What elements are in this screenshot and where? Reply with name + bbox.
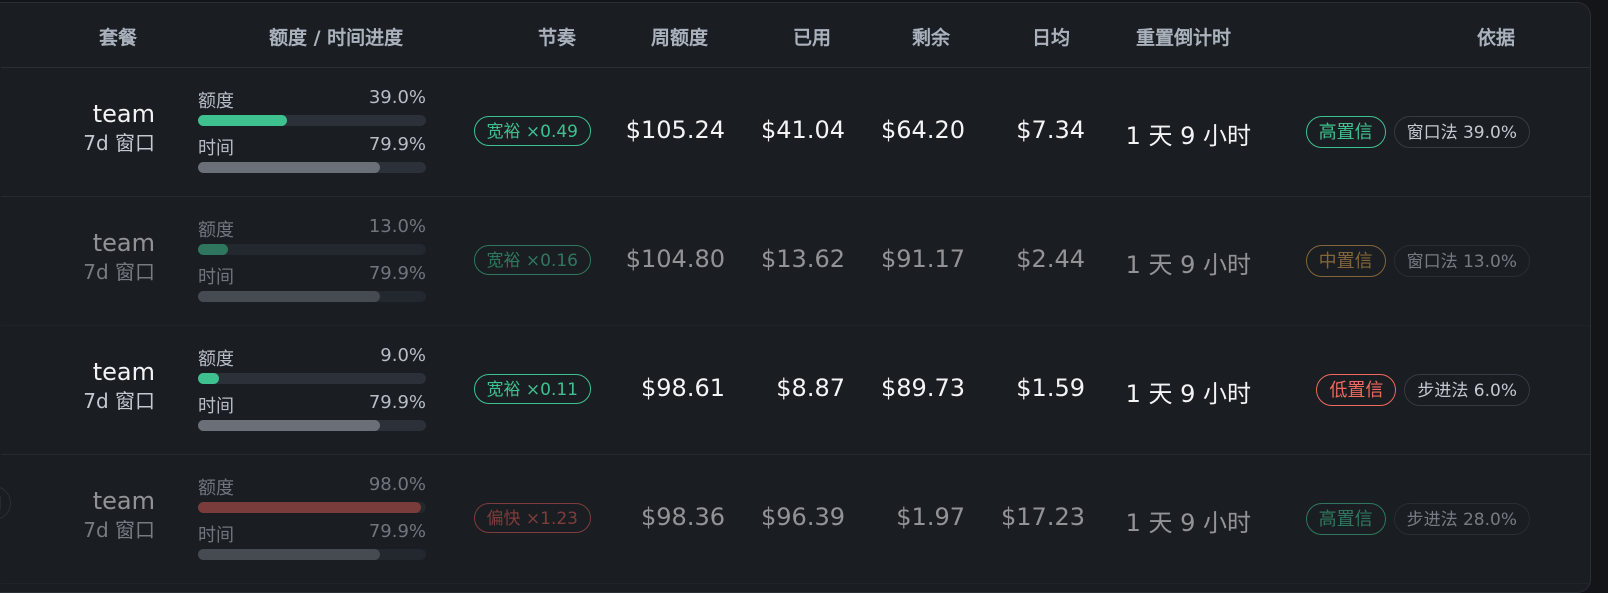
progress-cell: 额度 13.0% 时间 79.9%	[198, 216, 426, 310]
pace-pill: 宽裕 ×0.49	[473, 116, 591, 146]
usage-table: 套餐 额度 / 时间进度 节奏 周额度 已用 剩余 日均 重置倒计时 依据 te…	[0, 2, 1591, 593]
daily-value: $2.44	[1016, 245, 1085, 273]
plan-name: team	[92, 487, 155, 515]
time-progress-bar	[198, 162, 426, 173]
daily-value: $7.34	[1016, 116, 1085, 144]
plan-name: team	[92, 358, 155, 386]
plan-window: 7d 窗口	[83, 131, 155, 155]
quota-progress-fill	[198, 502, 422, 513]
quota-progress-bar	[198, 115, 426, 126]
progress-cell: 额度 39.0% 时间 79.9%	[198, 87, 426, 181]
pace-pill: 宽裕 ×0.16	[473, 245, 591, 275]
plan-name: team	[92, 100, 155, 128]
header-progress: 额度 / 时间进度	[269, 27, 404, 49]
weekly-value: $98.61	[641, 374, 725, 402]
plan-name: team	[92, 229, 155, 257]
confidence-badge: 高置信	[1305, 503, 1386, 535]
quota-progress-fill	[198, 373, 219, 384]
plan-cell: team 7d 窗口	[83, 99, 155, 157]
reset-countdown: 1 天 9 小时	[1125, 509, 1251, 537]
quota-label: 额度	[198, 349, 234, 370]
daily-value: $17.23	[1001, 503, 1085, 531]
remaining-value: $91.17	[881, 245, 965, 273]
plan-cell: team 7d 窗口	[83, 357, 155, 415]
quota-label: 额度	[198, 220, 234, 241]
quota-percent: 9.0%	[380, 345, 426, 366]
progress-cell: 额度 9.0% 时间 79.9%	[198, 345, 426, 439]
table-row[interactable]: team 7d 窗口 额度 39.0% 时间 79.9% 宽裕 ×0.49 $105…	[1, 67, 1590, 197]
reset-countdown: 1 天 9 小时	[1125, 380, 1251, 408]
quota-label: 额度	[198, 91, 234, 112]
truncated-chip[interactable]: 用	[0, 486, 11, 520]
reset-countdown: 1 天 9 小时	[1125, 122, 1251, 150]
time-progress-fill	[198, 420, 381, 431]
pace-pill: 宽裕 ×0.11	[473, 374, 591, 404]
table-row[interactable]: team 7d 窗口 额度 9.0% 时间 79.9% 宽裕 ×0.11 $98.6…	[1, 325, 1590, 455]
quota-label: 额度	[198, 478, 234, 499]
table-header: 套餐 额度 / 时间进度 节奏 周额度 已用 剩余 日均 重置倒计时 依据	[1, 3, 1590, 68]
weekly-value: $105.24	[625, 116, 725, 144]
header-weekly: 周额度	[651, 27, 709, 49]
quota-progress-bar	[198, 244, 426, 255]
time-progress-bar	[198, 549, 426, 560]
confidence-badge: 中置信	[1305, 245, 1386, 277]
time-progress-bar	[198, 420, 426, 431]
weekly-value: $98.36	[641, 503, 725, 531]
basis-chip: 步进法 28.0%	[1393, 503, 1530, 535]
time-progress-fill	[198, 291, 381, 302]
time-percent: 79.9%	[368, 263, 426, 284]
time-percent: 79.9%	[368, 392, 426, 413]
time-label: 时间	[198, 396, 234, 417]
basis-chip: 窗口法 39.0%	[1393, 116, 1530, 148]
daily-value: $1.59	[1016, 374, 1085, 402]
pace-pill: 偏快 ×1.23	[473, 503, 591, 533]
quota-progress-fill	[198, 244, 228, 255]
remaining-value: $89.73	[881, 374, 965, 402]
header-plan: 套餐	[99, 27, 138, 49]
quota-percent: 13.0%	[368, 216, 426, 237]
plan-window: 7d 窗口	[83, 260, 155, 284]
header-basis: 依据	[1477, 27, 1516, 49]
header-reset: 重置倒计时	[1136, 27, 1232, 49]
basis-chip: 步进法 6.0%	[1404, 374, 1530, 406]
plan-window: 7d 窗口	[83, 518, 155, 542]
header-daily: 日均	[1032, 27, 1071, 49]
basis-chip: 窗口法 13.0%	[1393, 245, 1530, 277]
used-value: $13.62	[761, 245, 845, 273]
time-percent: 79.9%	[368, 134, 426, 155]
time-label: 时间	[198, 138, 234, 159]
remaining-value: $64.20	[881, 116, 965, 144]
quota-percent: 39.0%	[368, 87, 426, 108]
header-used: 已用	[793, 27, 832, 49]
quota-progress-fill	[198, 115, 287, 126]
used-value: $41.04	[761, 116, 845, 144]
reset-countdown: 1 天 9 小时	[1125, 251, 1251, 279]
time-progress-fill	[198, 549, 381, 560]
plan-cell: team 7d 窗口	[83, 486, 155, 544]
time-label: 时间	[198, 267, 234, 288]
quota-progress-bar	[198, 373, 426, 384]
remaining-value: $1.97	[896, 503, 965, 531]
confidence-badge: 低置信	[1316, 374, 1397, 406]
time-percent: 79.9%	[368, 521, 426, 542]
used-value: $96.39	[761, 503, 845, 531]
weekly-value: $104.80	[625, 245, 725, 273]
time-progress-bar	[198, 291, 426, 302]
table-row[interactable]: team 7d 窗口 额度 13.0% 时间 79.9% 宽裕 ×0.16 $104…	[1, 196, 1590, 326]
plan-cell: team 7d 窗口	[83, 228, 155, 286]
progress-cell: 额度 98.0% 时间 79.9%	[198, 474, 426, 568]
header-remaining: 剩余	[912, 27, 951, 49]
plan-window: 7d 窗口	[83, 389, 155, 413]
quota-percent: 98.0%	[368, 474, 426, 495]
time-label: 时间	[198, 525, 234, 546]
time-progress-fill	[198, 162, 381, 173]
quota-progress-bar	[198, 502, 426, 513]
used-value: $8.87	[776, 374, 845, 402]
confidence-badge: 高置信	[1305, 116, 1386, 148]
table-row[interactable]: 用 team 7d 窗口 额度 98.0% 时间 79.9% 偏快 ×1.23 $9…	[0, 454, 1590, 584]
header-pace: 节奏	[538, 27, 577, 49]
